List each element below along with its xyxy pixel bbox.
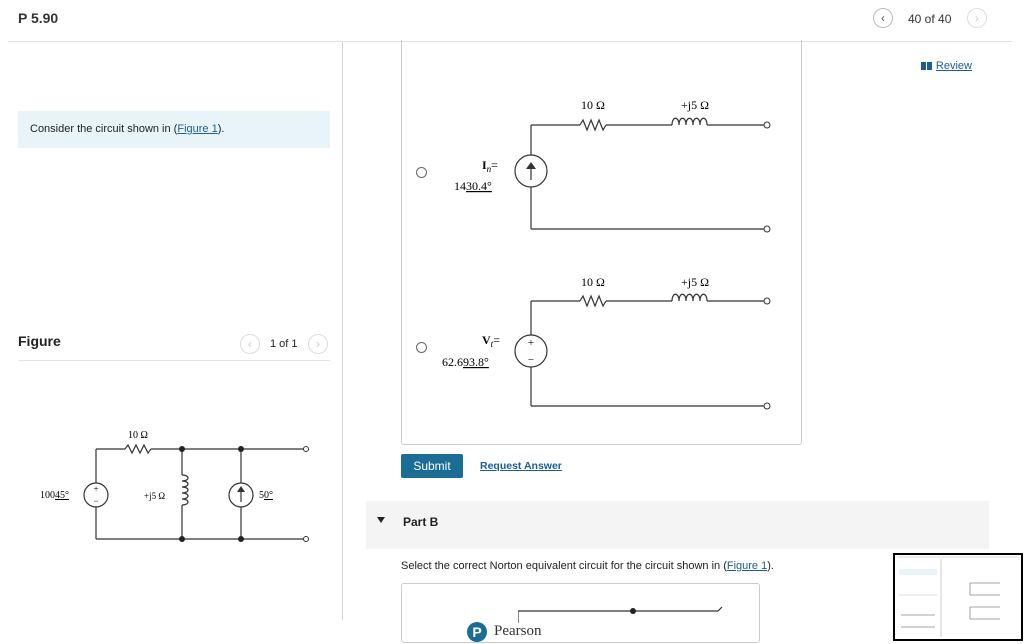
option-2-inductor-label: +j5 Ω [681,275,709,289]
part-b-header[interactable] [366,501,989,549]
resistor-label: 10 Ω [128,430,148,441]
svg-text:+: + [528,337,534,349]
prompt-text: Consider the circuit shown in ( [30,123,178,135]
option-2-source-value: 62.693.8° [442,355,489,369]
request-answer-link[interactable]: Request Answer [480,460,562,472]
review-icon [920,62,932,71]
voltage-source-label: 10045° [40,490,69,501]
svg-text:−: − [528,354,534,366]
pane-divider [342,42,343,620]
next-problem-button[interactable]: › [967,8,987,28]
problem-counter: 40 of 40 [908,12,952,26]
figure-counter: 1 of 1 [270,338,298,350]
figure-heading: Figure [18,333,61,349]
problem-title: P 5.90 [18,10,59,26]
circuit-diagram: + − 10 Ω 10045° +j5 Ω 50° [40,430,309,542]
submit-button[interactable]: Submit [401,454,463,478]
option-2-resistor-label: 10 Ω [581,275,605,289]
option-1-source-name: In= [482,158,498,174]
option-2-source-name: Vt= [482,333,500,349]
option-1-circuit: 10 Ω +j5 Ω In= 1430.4° [454,98,771,233]
option-1-source-value: 1430.4° [454,179,492,193]
review-label: Review [935,60,972,72]
option-1-radio[interactable] [416,167,427,178]
prompt-box: Consider the circuit shown in (Figure 1)… [18,111,330,148]
part-b-question-end: ). [767,560,774,572]
option-1-resistor-label: 10 Ω [581,98,605,112]
pearson-brand: Pearson [494,623,542,639]
figure-prev-button[interactable]: ‹ [240,334,260,354]
pearson-logo-icon: P [467,622,487,642]
part-b-label: Part B [403,515,439,529]
prompt-text-end: ). [217,123,225,135]
option-2-circuit: + − 10 Ω +j5 Ω Vt= 62.693.8° [442,275,771,410]
part-b-circuit-preview [518,606,723,623]
collapse-arrow-icon[interactable] [377,517,385,523]
figure-divider [18,360,330,361]
current-source-label: 50° [259,490,273,501]
inductor-label: +j5 Ω [144,491,165,501]
part-b-question: Select the correct Norton equivalent cir… [401,560,774,572]
previous-problem-button[interactable]: ‹ [873,8,893,28]
part-b-figure-link[interactable]: Figure 1 [727,560,767,572]
review-link[interactable]: Review [920,60,972,72]
option-1-inductor-label: +j5 Ω [681,98,709,112]
part-b-question-text: Select the correct Norton equivalent cir… [401,560,727,572]
svg-text:+: + [93,484,98,494]
page-thumbnail[interactable] [893,553,1023,641]
figure-next-button[interactable]: › [308,334,328,354]
figure-link[interactable]: Figure 1 [177,123,217,135]
option-2-radio[interactable] [416,342,427,353]
svg-text:−: − [93,496,98,506]
thumbnail-preview-icon [897,556,1019,637]
